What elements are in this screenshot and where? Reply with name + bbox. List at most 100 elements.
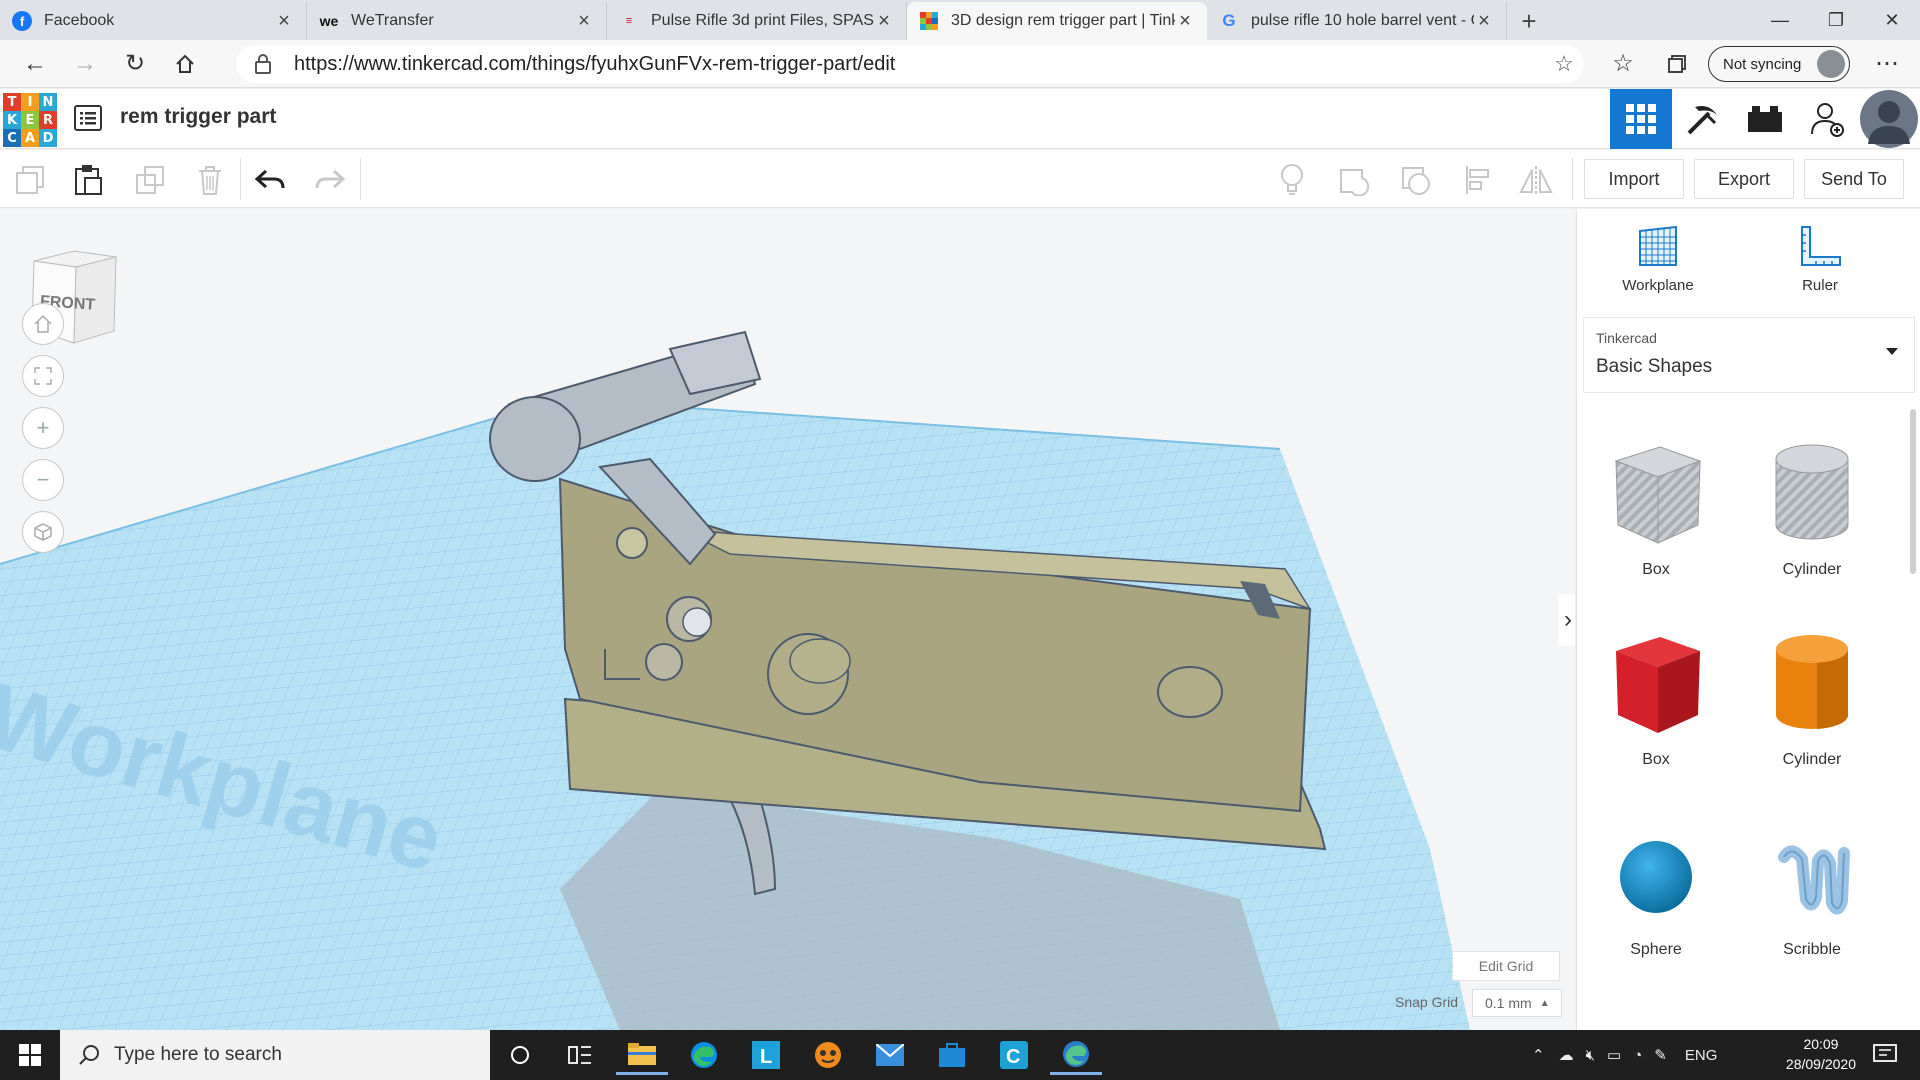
shape-library-select[interactable]: Tinkercad Basic Shapes [1583,317,1915,393]
shape-label: Box [1642,561,1670,578]
redo-icon[interactable] [312,162,348,198]
shape-cylinder[interactable]: Cylinder [1747,629,1877,769]
panel-scrollbar[interactable] [1910,409,1916,574]
maximize-icon[interactable]: ❐ [1808,0,1864,40]
tab-title: Facebook [44,12,115,29]
add-user-icon[interactable] [1796,89,1858,149]
mail-icon[interactable] [864,1035,916,1075]
shape-sphere[interactable]: Sphere [1591,819,1721,959]
home-view-icon[interactable] [22,303,64,345]
library-name: Basic Shapes [1596,356,1713,377]
paste-icon[interactable] [70,162,106,198]
undo-icon[interactable] [252,162,288,198]
file-explorer-icon[interactable] [616,1035,668,1075]
forward-icon[interactable]: → [60,44,110,84]
sync-label: Not syncing [1723,55,1802,73]
export-button[interactable]: Export [1694,159,1794,199]
app-mask-icon[interactable] [802,1035,854,1075]
collections-icon[interactable] [1652,44,1702,84]
tab-facebook[interactable]: f Facebook × [0,2,307,40]
refresh-icon[interactable]: ↻ [110,44,160,84]
new-tab-button[interactable]: + [1507,2,1551,40]
user-avatar[interactable] [1858,89,1920,149]
more-menu-icon[interactable]: ⋯ [1862,44,1912,84]
profile-sync-button[interactable]: Not syncing [1708,46,1850,82]
shape-cylinder-hole[interactable]: Cylinder [1747,439,1877,579]
cortana-icon[interactable] [494,1035,546,1075]
tab-google[interactable]: G pulse rifle 10 hole barrel vent - G × [1207,2,1507,40]
wifi-icon[interactable]: ◔ [1633,1047,1642,1064]
lightbulb-icon[interactable] [1274,162,1310,198]
store-icon[interactable] [926,1035,978,1075]
taskbar-search[interactable]: Type here to search [60,1030,490,1080]
mirror-icon[interactable] [1518,162,1554,198]
volume-muted-icon[interactable]: 🔇︎ [1586,1047,1595,1064]
task-view-icon[interactable] [554,1035,606,1075]
back-icon[interactable]: ← [10,44,60,84]
home-icon[interactable] [160,44,210,84]
tab-title: pulse rifle 10 hole barrel vent - G [1251,12,1474,29]
tab-wetransfer[interactable]: we WeTransfer × [307,2,607,40]
group-icon[interactable] [1336,162,1372,198]
ruler-tool[interactable]: Ruler [1765,225,1875,294]
delete-icon[interactable] [192,162,228,198]
perspective-icon[interactable] [22,511,64,553]
logo-letter: I [21,93,39,111]
edge-icon[interactable] [678,1035,730,1075]
design-title[interactable]: rem trigger part [120,105,276,129]
minimize-icon[interactable]: — [1752,0,1808,40]
pickaxe-icon[interactable] [1672,89,1734,149]
windows-start-icon[interactable] [0,1030,60,1080]
tab-pulse-rifle[interactable]: ≡ Pulse Rifle 3d print Files, SPAS ca × [607,2,907,40]
app-l-icon[interactable]: L [740,1035,792,1075]
edge-beta-icon[interactable] [1050,1035,1102,1075]
ccleaner-icon[interactable]: C [988,1035,1040,1075]
onedrive-icon[interactable]: ☁ [1559,1046,1574,1064]
zoom-in-icon[interactable]: + [22,407,64,449]
favorite-star-icon[interactable]: ☆ [1544,51,1584,77]
ungroup-icon[interactable] [1398,162,1434,198]
language-indicator[interactable]: ENG [1685,1047,1718,1064]
search-icon [79,1045,99,1065]
header-mode-icons [1610,89,1920,149]
close-icon[interactable]: × [1474,10,1494,33]
align-icon[interactable] [1460,162,1496,198]
battery-icon[interactable]: ▭ [1607,1046,1621,1064]
close-window-icon[interactable]: ✕ [1864,0,1920,40]
zoom-out-icon[interactable]: − [22,459,64,501]
send-to-button[interactable]: Send To [1804,159,1904,199]
snap-grid-select[interactable]: 0.1 mm ▲ [1472,989,1562,1017]
fit-view-icon[interactable] [22,355,64,397]
taskbar-clock[interactable]: 20:09 28/09/2020 [1786,1034,1856,1074]
collapse-panel-icon[interactable]: › [1558,594,1575,646]
close-icon[interactable]: × [1175,10,1195,33]
close-icon[interactable]: × [274,10,294,33]
3d-viewport[interactable]: Workplane FRONT + − Edit Grid Snap Grid … [0,209,1575,1030]
tab-tinkercad[interactable]: 3D design rem trigger part | Tink × [907,2,1207,40]
notification-icon[interactable] [1860,1035,1910,1075]
shapes-panel: Workplane Ruler Tinkercad Basic Shapes B… [1576,209,1920,1030]
lock-icon [255,54,271,74]
edit-grid-button[interactable]: Edit Grid [1452,951,1560,981]
shape-box[interactable]: Box [1591,629,1721,769]
design-list-icon[interactable] [74,105,102,131]
shape-scribble[interactable]: Scribble [1747,819,1877,959]
favorites-icon[interactable]: ☆ [1598,44,1648,84]
import-button[interactable]: Import [1584,159,1684,199]
duplicate-icon[interactable] [132,162,168,198]
workplane-tool[interactable]: Workplane [1603,225,1713,294]
pen-icon[interactable]: ✎ [1654,1046,1667,1064]
3d-design-grid-icon[interactable] [1610,89,1672,149]
shape-box-hole[interactable]: Box [1591,439,1721,579]
bricks-icon[interactable] [1734,89,1796,149]
wetransfer-icon: we [319,13,339,29]
tray-chevron-icon[interactable]: ⌃ [1532,1046,1545,1064]
tinkercad-logo[interactable]: T I N K E R C A D [3,93,57,147]
hammer-cylinder[interactable] [489,396,581,482]
close-icon[interactable]: × [574,10,594,33]
copy-icon[interactable] [12,162,48,198]
close-icon[interactable]: × [874,10,894,33]
address-bar[interactable]: https://www.tinkercad.com/things/fyuhxGu… [236,45,1584,83]
logo-letter: R [39,111,57,129]
workplane-scene[interactable]: Workplane [0,209,1575,1030]
